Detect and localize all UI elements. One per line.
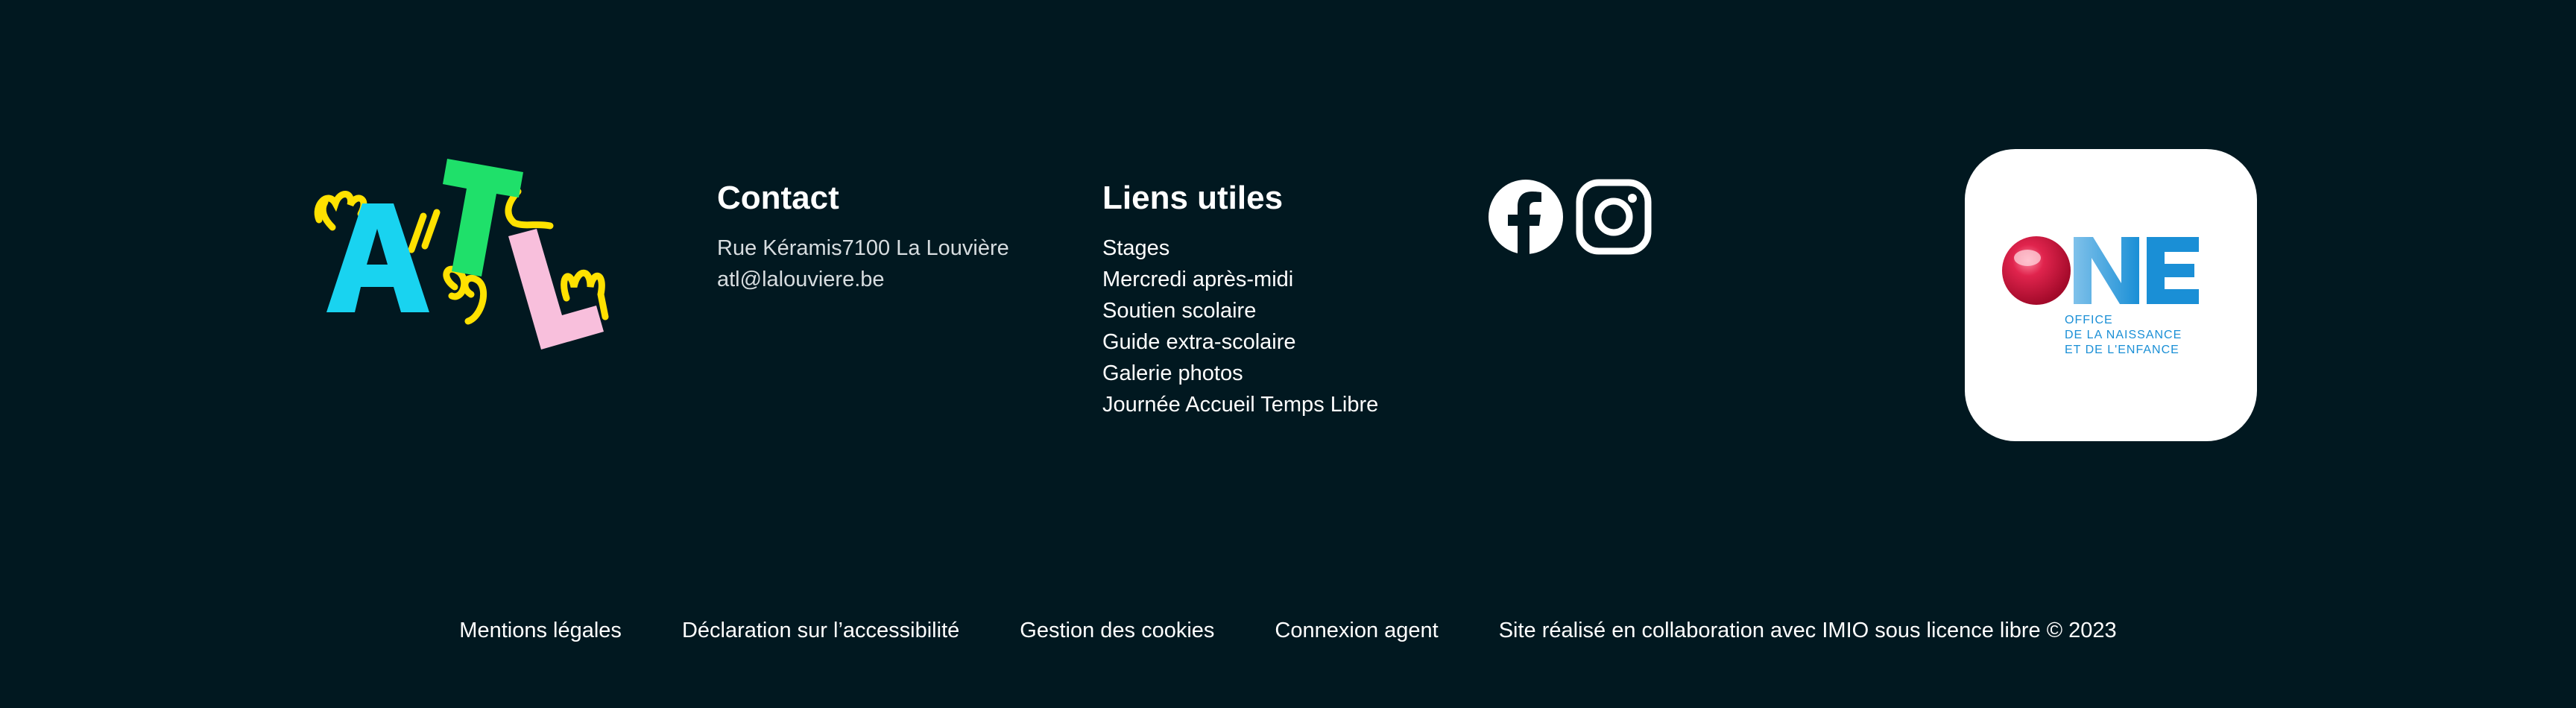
- useful-links-section: Liens utiles Stages Mercredi après-midi …: [1102, 179, 1378, 420]
- atl-logo-graphic: [314, 159, 609, 350]
- facebook-link[interactable]: [1488, 179, 1564, 255]
- link-soutien-scolaire[interactable]: Soutien scolaire: [1102, 299, 1256, 323]
- list-item: Journée Accueil Temps Libre: [1102, 389, 1378, 420]
- list-item: Galerie photos: [1102, 358, 1378, 389]
- link-journee-accueil-temps-libre[interactable]: Journée Accueil Temps Libre: [1102, 393, 1378, 417]
- one-line2: DE LA NAISSANCE: [2065, 329, 2182, 341]
- contact-email[interactable]: atl@lalouviere.be: [717, 264, 1009, 295]
- contact-address: Rue Kéramis7100 La Louvière: [717, 236, 1009, 260]
- link-stages[interactable]: Stages: [1102, 236, 1169, 260]
- list-item: Stages: [1102, 233, 1378, 264]
- accessibility-link[interactable]: Déclaration sur l’accessibilité: [682, 616, 959, 645]
- facebook-icon: [1489, 180, 1563, 254]
- useful-links-title: Liens utiles: [1102, 180, 1284, 216]
- social-links: [1488, 179, 1652, 255]
- contact-title: Contact: [717, 180, 839, 216]
- cookies-link[interactable]: Gestion des cookies: [1020, 616, 1214, 645]
- instagram-icon: [1576, 179, 1652, 255]
- list-item: Mercredi après-midi: [1102, 264, 1378, 295]
- one-line1: OFFICE: [2065, 314, 2113, 326]
- credit-text: Site réalisé en collaboration avec IMIO …: [1498, 619, 2117, 642]
- link-mercredi-apres-midi[interactable]: Mercredi après-midi: [1102, 268, 1293, 291]
- one-partner-logo[interactable]: OFFICE DE LA NAISSANCE ET DE L'ENFANCE: [1965, 149, 2257, 441]
- agent-login-link[interactable]: Connexion agent: [1275, 616, 1438, 645]
- useful-links-list: Stages Mercredi après-midi Soutien scola…: [1102, 233, 1378, 420]
- one-logo-graphic: OFFICE DE LA NAISSANCE ET DE L'ENFANCE: [2002, 236, 2199, 356]
- instagram-link[interactable]: [1576, 179, 1652, 255]
- legal-notice-link[interactable]: Mentions légales: [459, 616, 622, 645]
- atl-logo[interactable]: [313, 145, 641, 361]
- link-guide-extra-scolaire[interactable]: Guide extra-scolaire: [1102, 330, 1296, 354]
- contact-section: Contact Rue Kéramis7100 La Louvière atl@…: [717, 179, 1009, 295]
- link-galerie-photos[interactable]: Galerie photos: [1102, 361, 1243, 385]
- footer-bottom-nav: Mentions légales Déclaration sur l’acces…: [0, 616, 2576, 645]
- list-item: Guide extra-scolaire: [1102, 326, 1378, 358]
- list-item: Soutien scolaire: [1102, 295, 1378, 326]
- one-line3: ET DE L'ENFANCE: [2065, 344, 2179, 356]
- site-footer: Contact Rue Kéramis7100 La Louvière atl@…: [0, 0, 2576, 708]
